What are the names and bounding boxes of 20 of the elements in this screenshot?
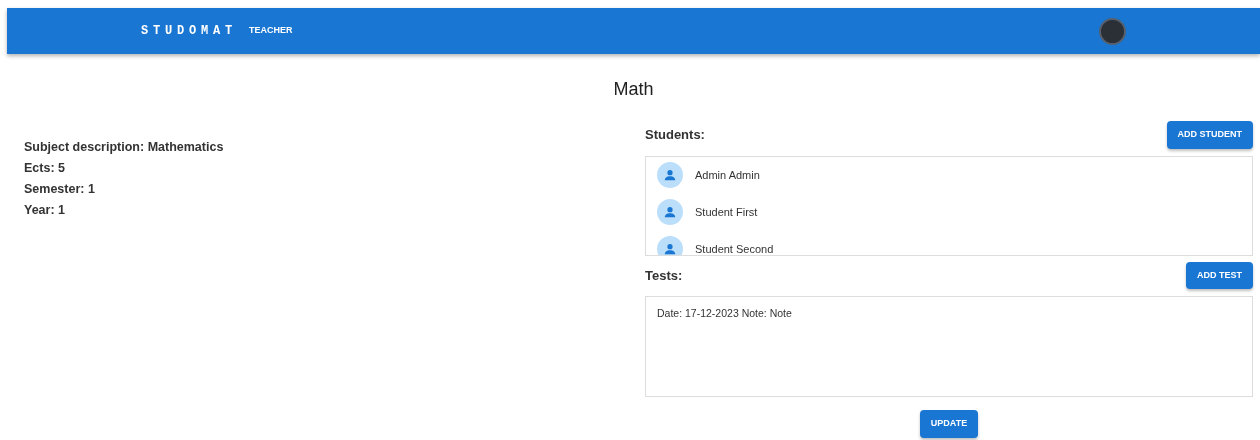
subject-detail: Semester: 1 [24, 181, 96, 197]
subject-detail: Subject description: Mathematics [24, 139, 225, 155]
person-icon [657, 236, 683, 255]
student-name[interactable]: Admin Admin [695, 166, 760, 184]
add-button[interactable]: ADD STUDENT [1166, 121, 1253, 149]
brand-logo[interactable]: STUDOMAT [141, 22, 237, 40]
section-heading: Students: [645, 126, 705, 144]
add-button[interactable]: ADD TEST [1186, 261, 1253, 289]
user-avatar[interactable] [1099, 17, 1126, 45]
person-icon [657, 199, 683, 225]
update-button[interactable]: UPDATE [919, 410, 979, 438]
student-name[interactable]: Student First [695, 203, 758, 221]
nav-link[interactable]: TEACHER [249, 24, 293, 38]
test-entry: Date: 17-12-2023 Note: Note [656, 306, 793, 321]
subject-detail: Year: 1 [24, 202, 66, 218]
subject-detail: Ects: 5 [24, 160, 66, 176]
section-heading: Tests: [645, 266, 683, 285]
person-icon [657, 162, 683, 188]
student-name[interactable]: Student Second [695, 240, 774, 255]
page-title: Math [612, 78, 655, 101]
